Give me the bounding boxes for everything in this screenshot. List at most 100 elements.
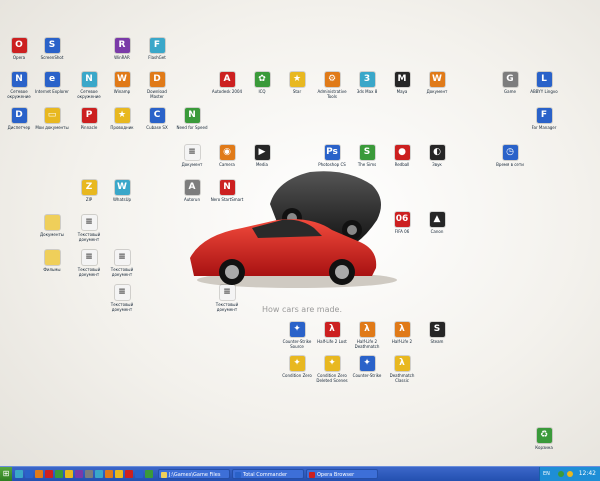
desktop-icon-flashget[interactable]: F FlashGet	[140, 38, 174, 60]
desktop-icon-maya[interactable]: M Maya	[385, 72, 419, 94]
desktop-icon-folder-m[interactable]: Фильмы	[35, 250, 69, 272]
desktop-icon-txt3[interactable]: ≡ Текстовый документ	[105, 250, 139, 277]
desktop-icon-winrar[interactable]: R WinRAR	[105, 38, 139, 60]
desktop-icon-zip[interactable]: Z ZIP	[72, 180, 106, 202]
doc-icon: ≡	[219, 285, 235, 300]
desktop-icon-fifa06[interactable]: 06 FIFA 06	[385, 212, 419, 234]
clock: 12:42	[578, 470, 596, 477]
desktop-icon-cs-1[interactable]: ✦ Counter-Strike	[350, 356, 384, 378]
desktop-icon-hl-dmc[interactable]: λ Deathmatch Classic	[385, 356, 419, 383]
desktop-icon-label: Сетевое окружение	[7, 89, 31, 99]
desktop-icon-net-env[interactable]: N Сетевое окружение	[2, 72, 36, 99]
desktop-icon-network[interactable]: N Сетевое окружение	[72, 72, 106, 99]
desktop-icon-steam[interactable]: S Steam	[420, 322, 454, 344]
desktop-icon-speaker[interactable]: ◐ Звук	[420, 145, 454, 167]
task-total-commander[interactable]: Total Commander	[232, 469, 304, 479]
desktop-icon-mgr[interactable]: D Диспетчер	[2, 108, 36, 130]
cs-icon: ✦	[324, 356, 340, 371]
desktop-icon-icon-t2[interactable]: S ScreenShot	[35, 38, 69, 60]
desktop-icon-hl2-dm[interactable]: λ Half-Life 2 Deathmatch	[350, 322, 384, 349]
desktop-icon-hl2-lost[interactable]: λ Half-Life 2 Lost	[315, 322, 349, 344]
desktop-icon-nettime[interactable]: ◷ Время в сети	[493, 145, 527, 167]
desktop-icon-cs-source[interactable]: ✦ Counter-Strike Source	[280, 322, 314, 349]
desktop-icon-doc1[interactable]: ≡ Документ	[175, 145, 209, 167]
desktop-icon-photoshop[interactable]: Ps Photoshop CS	[315, 145, 349, 167]
desktop-icon-txt5[interactable]: ≡ Текстовый документ	[210, 285, 244, 312]
desktop-icon-redball[interactable]: ● Redball	[385, 145, 419, 167]
desktop-icon-label: Cubase SX	[146, 125, 168, 130]
desktop-icon-label: Maya	[396, 89, 408, 94]
app8-quicklaunch-icon[interactable]	[135, 470, 143, 478]
desktop-icon-label: Текстовый документ	[110, 267, 134, 277]
desktop-icon-acad[interactable]: A Autodesk 2004	[210, 72, 244, 94]
desktop-icon-3dsmax[interactable]: 3 3ds Max 8	[350, 72, 384, 94]
desktop-icon-game-r1[interactable]: G Game	[493, 72, 527, 94]
desktop-icon-nero[interactable]: N Nero StartSmart	[210, 180, 244, 202]
desktop-icon-sims[interactable]: S The Sims	[350, 145, 384, 167]
desktop-icon-auto-mail[interactable]: A Autorun	[175, 180, 209, 202]
winrar-icon: R	[114, 38, 130, 53]
desktop-icon-tripod[interactable]: ▲ Canon	[420, 212, 454, 234]
network-tray-icon[interactable]	[558, 471, 564, 477]
desktop-icon-cs-cond[interactable]: ✦ Condition Zero	[280, 356, 314, 378]
desktop-icon-label: Pinnacle	[80, 125, 98, 130]
start-button[interactable]: ⊞	[0, 467, 12, 481]
ie-quicklaunch-icon[interactable]	[25, 470, 33, 478]
desktop-icon-label: WinRAR	[114, 55, 130, 60]
desktop-icon-star[interactable]: ★ Star	[280, 72, 314, 94]
app3-quicklaunch-icon[interactable]	[85, 470, 93, 478]
desktop-icon-txt2[interactable]: ≡ Текстовый документ	[72, 250, 106, 277]
desktop-icon-cubase[interactable]: C Cubase SX	[140, 108, 174, 130]
desktop-icon-recycle[interactable]: ♻ Корзина	[527, 428, 561, 450]
folder-quicklaunch-icon[interactable]	[65, 470, 73, 478]
language-indicator[interactable]: EN	[543, 467, 550, 481]
network-icon: N	[11, 72, 27, 87]
desktop-icon-whatsup[interactable]: W WhatsUp	[105, 180, 139, 202]
media-quicklaunch-icon[interactable]	[35, 470, 43, 478]
desktop-icon-label: Autodesk 2004	[211, 89, 243, 94]
app7-quicklaunch-icon[interactable]	[125, 470, 133, 478]
doc-icon: ≡	[114, 250, 130, 265]
desktop-icon-folder-d[interactable]: Документы	[35, 215, 69, 237]
app-quicklaunch-icon[interactable]	[55, 470, 63, 478]
desktop-icon-winamp[interactable]: W Winamp	[105, 72, 139, 94]
photoshop-icon: Ps	[324, 145, 340, 160]
redball-icon: ●	[394, 145, 410, 160]
desktop-icon-label: Half-Life 2 Deathmatch	[354, 339, 380, 349]
desktop-icon-label: Administrative Tools	[317, 89, 347, 99]
app9-quicklaunch-icon[interactable]	[145, 470, 153, 478]
desktop-icon-word[interactable]: W Документ	[420, 72, 454, 94]
app4-quicklaunch-icon[interactable]	[95, 470, 103, 478]
desktop-icon-label: Far Manager	[531, 125, 557, 130]
doc-icon: W	[429, 72, 445, 87]
desktop-icon-cam[interactable]: ◉ Camera	[210, 145, 244, 167]
desktop-icon-fm[interactable]: F Far Manager	[527, 108, 561, 130]
desktop-icon-nfs[interactable]: N Need for Speed	[175, 108, 209, 130]
desktop-icon-admin[interactable]: ⚙ Administrative Tools	[315, 72, 349, 99]
desktop-icon-txt1[interactable]: ≡ Текстовый документ	[72, 215, 106, 242]
app5-quicklaunch-icon[interactable]	[105, 470, 113, 478]
app6-quicklaunch-icon[interactable]	[115, 470, 123, 478]
task-opera[interactable]: Opera Browser	[306, 469, 378, 479]
show-desktop-icon[interactable]	[15, 470, 23, 478]
desktop-icon-txt4[interactable]: ≡ Текстовый документ	[105, 285, 139, 312]
desktop-icon-pinnacle[interactable]: P Pinnacle	[72, 108, 106, 130]
desktop-icon-label: Counter-Strike Source	[282, 339, 312, 349]
task-folder[interactable]: J:\Games\Game Files	[158, 469, 230, 479]
desktop-icon-media[interactable]: ▶ Media	[245, 145, 279, 167]
zip-icon: Z	[81, 180, 97, 195]
desktop-icon-app-r2[interactable]: L ABBYY Lingvo	[527, 72, 561, 94]
app2-quicklaunch-icon[interactable]	[75, 470, 83, 478]
ie-icon: e	[44, 72, 60, 87]
recycle-bin-icon: ♻	[536, 428, 552, 443]
desktop-icon-hl2[interactable]: λ Half-Life 2	[385, 322, 419, 344]
opera-quicklaunch-icon[interactable]	[45, 470, 53, 478]
desktop-icon-ie[interactable]: e Internet Explorer	[35, 72, 69, 94]
desktop-icon-prov[interactable]: ★ Проводник	[105, 108, 139, 130]
desktop-icon-opera[interactable]: O Opera	[2, 38, 36, 60]
volume-tray-icon[interactable]	[567, 471, 573, 477]
desktop-icon-icq[interactable]: ✿ ICQ	[245, 72, 279, 94]
desktop-icon-mydocs[interactable]: ▭ Мои документы	[35, 108, 69, 130]
desktop-icon-cs-deleted[interactable]: ✦ Condition Zero Deleted Scenes	[315, 356, 349, 383]
desktop-icon-dmaster[interactable]: D Download Master	[140, 72, 174, 99]
